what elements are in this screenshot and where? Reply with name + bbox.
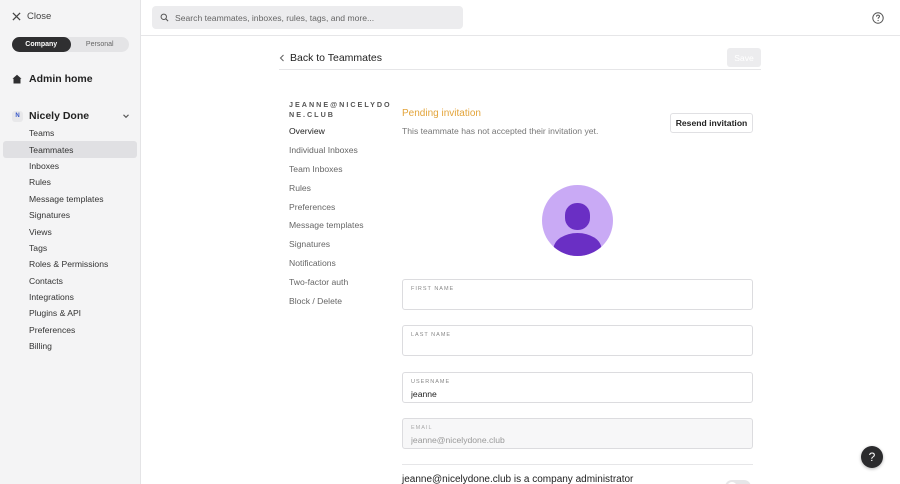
tab-message-templates[interactable]: Message templates <box>289 216 389 235</box>
sidebar-nav: Teams Teammates Inboxes Rules Message te… <box>3 125 137 354</box>
sidebar-item-message-templates[interactable]: Message templates <box>3 191 137 207</box>
pending-invitation-description: This teammate has not accepted their inv… <box>402 126 599 136</box>
scope-company[interactable]: Company <box>12 37 71 52</box>
tab-preferences[interactable]: Preferences <box>289 197 389 216</box>
resend-invitation-button[interactable]: Resend invitation <box>670 113 753 133</box>
close-label: Close <box>27 11 52 22</box>
first-name-label: FIRST NAME <box>411 286 455 292</box>
email-input <box>411 435 744 445</box>
username-input[interactable] <box>411 389 744 399</box>
admin-toggle[interactable] <box>725 480 751 484</box>
back-to-teammates-link[interactable]: Back to Teammates <box>279 52 382 64</box>
first-name-input[interactable] <box>411 296 744 306</box>
company-badge: N <box>12 110 23 122</box>
sidebar-item-views[interactable]: Views <box>3 223 137 239</box>
user-silhouette-icon <box>553 203 602 256</box>
last-name-field[interactable]: LAST NAME <box>402 325 753 356</box>
home-icon <box>12 74 22 84</box>
last-name-input[interactable] <box>411 342 744 352</box>
help-button[interactable]: ? <box>861 446 883 468</box>
search-icon <box>160 13 169 22</box>
teammate-email-heading: JEANNE@NICELYDONE.CLUB <box>289 100 392 119</box>
tab-team-inboxes[interactable]: Team Inboxes <box>289 160 389 179</box>
sidebar-item-preferences[interactable]: Preferences <box>3 322 137 338</box>
chevron-left-icon <box>279 54 284 62</box>
scope-personal[interactable]: Personal <box>71 37 130 52</box>
admin-home-link[interactable]: Admin home <box>12 73 93 85</box>
email-field: EMAIL <box>402 418 753 449</box>
tab-rules[interactable]: Rules <box>289 178 389 197</box>
close-icon <box>12 12 21 21</box>
company-section-toggle[interactable]: N Nicely Done <box>12 110 130 122</box>
sidebar-item-tags[interactable]: Tags <box>3 240 137 256</box>
header-divider <box>279 69 761 70</box>
sidebar-item-billing[interactable]: Billing <box>3 338 137 354</box>
email-label: EMAIL <box>411 425 433 431</box>
pending-invitation-title: Pending invitation <box>402 108 481 119</box>
admin-status-text: jeanne@nicelydone.club is a company admi… <box>402 474 634 484</box>
save-button[interactable]: Save <box>727 48 761 67</box>
sidebar-item-contacts[interactable]: Contacts <box>3 273 137 289</box>
back-label: Back to Teammates <box>290 52 383 64</box>
sidebar-item-plugins-api[interactable]: Plugins & API <box>3 305 137 321</box>
username-label: USERNAME <box>411 379 451 385</box>
sidebar-item-rules[interactable]: Rules <box>3 174 137 190</box>
tab-block-delete[interactable]: Block / Delete <box>289 291 389 310</box>
sidebar-item-inboxes[interactable]: Inboxes <box>3 158 137 174</box>
tab-notifications[interactable]: Notifications <box>289 254 389 273</box>
company-name: Nicely Done <box>29 110 90 122</box>
search-input[interactable] <box>175 12 455 23</box>
tab-overview[interactable]: Overview <box>289 122 389 141</box>
sidebar-item-roles-permissions[interactable]: Roles & Permissions <box>3 256 137 272</box>
teammate-settings-nav: Overview Individual Inboxes Team Inboxes… <box>289 122 389 310</box>
help-circle-icon[interactable] <box>872 12 884 24</box>
close-button[interactable]: Close <box>12 11 51 22</box>
sidebar-item-integrations[interactable]: Integrations <box>3 289 137 305</box>
avatar[interactable] <box>542 185 613 256</box>
tab-signatures[interactable]: Signatures <box>289 235 389 254</box>
section-divider <box>402 464 753 465</box>
sidebar-item-teams[interactable]: Teams <box>3 125 137 141</box>
top-bar <box>141 0 900 36</box>
sidebar-item-signatures[interactable]: Signatures <box>3 207 137 223</box>
search-bar[interactable] <box>152 6 463 29</box>
scope-toggle[interactable]: Company Personal <box>12 37 129 52</box>
settings-sidebar: Close Company Personal Admin home N Nice… <box>0 0 141 484</box>
first-name-field[interactable]: FIRST NAME <box>402 279 753 310</box>
admin-home-label: Admin home <box>29 73 93 85</box>
username-field[interactable]: USERNAME <box>402 372 753 403</box>
tab-individual-inboxes[interactable]: Individual Inboxes <box>289 141 389 160</box>
tab-two-factor-auth[interactable]: Two-factor auth <box>289 272 389 291</box>
last-name-label: LAST NAME <box>411 332 452 338</box>
sidebar-item-teammates[interactable]: Teammates <box>3 141 137 158</box>
chevron-down-icon <box>123 114 129 119</box>
